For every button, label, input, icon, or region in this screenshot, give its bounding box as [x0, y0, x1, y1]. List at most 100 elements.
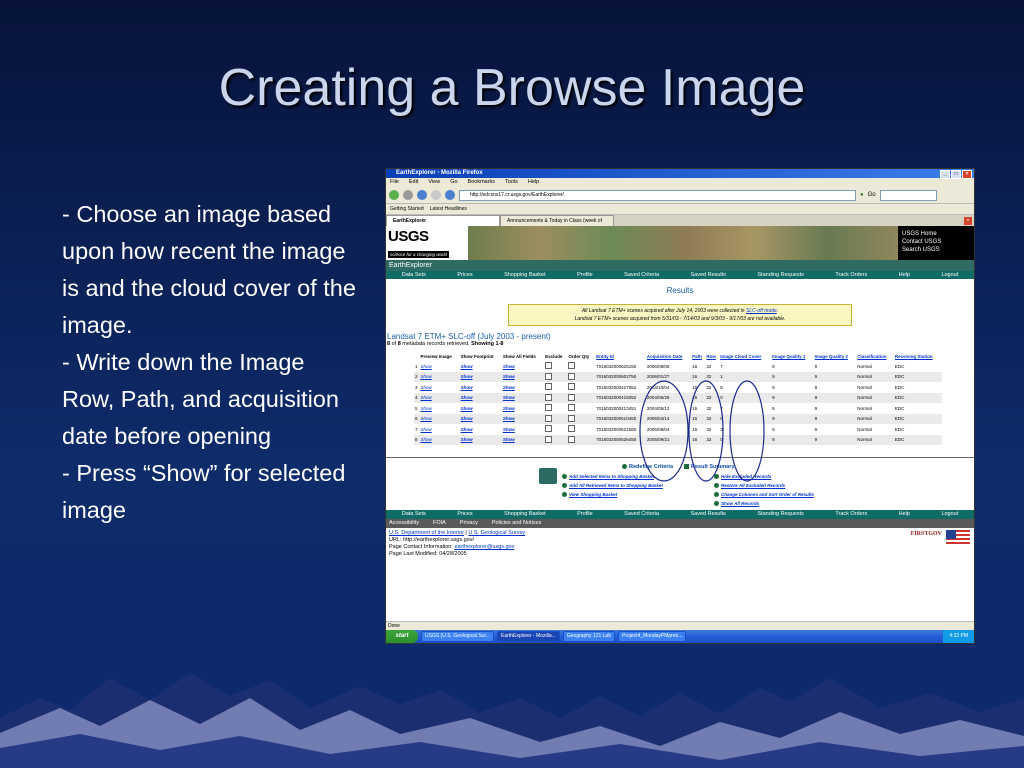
reload-icon[interactable] — [417, 190, 427, 200]
footer-nav-saved-results[interactable]: Saved Results — [690, 510, 725, 519]
tab-earthexplorer[interactable]: EarthExplorer — [386, 215, 500, 226]
back-icon[interactable] — [389, 190, 399, 200]
footer-nav-help[interactable]: Help — [899, 510, 910, 519]
show-footprint-link[interactable]: Show — [461, 406, 473, 411]
order-checkbox[interactable] — [568, 383, 576, 391]
nav-data-sets[interactable]: Data Sets — [402, 271, 426, 279]
show-all-fields-link[interactable]: Show — [503, 395, 515, 400]
nav-profile[interactable]: Profile — [577, 271, 593, 279]
exclude-checkbox[interactable] — [545, 383, 553, 391]
exclude-checkbox[interactable] — [545, 425, 553, 433]
go-icon[interactable]: ● — [860, 192, 864, 198]
show-all-fields-link[interactable]: Show — [503, 427, 515, 432]
close-button[interactable]: × — [962, 170, 972, 179]
show-preview-link[interactable]: Show — [420, 385, 431, 390]
menu-tools[interactable]: Tools — [505, 178, 518, 187]
hide-excluded-link[interactable]: Hide Excluded Records — [714, 474, 771, 480]
sort-receiving-station[interactable]: Receiving Station — [894, 352, 942, 361]
search-usgs-link[interactable]: Search USGS — [902, 246, 974, 254]
exclude-checkbox[interactable] — [545, 414, 553, 422]
taskbar-item[interactable]: Project4_MondayPMpres... — [617, 631, 687, 642]
nav-prices[interactable]: Prices — [457, 271, 472, 279]
start-button[interactable]: start — [386, 630, 418, 643]
sort-quality-2[interactable]: Image Quality 2 — [814, 352, 857, 361]
show-all-records-link[interactable]: Show All Records — [714, 501, 759, 507]
bookmark-getting-started[interactable]: Getting Started — [390, 206, 424, 212]
nav-standing-requests[interactable]: Standing Requests — [757, 271, 803, 279]
show-all-fields-link[interactable]: Show — [503, 374, 515, 379]
show-preview-link[interactable]: Show — [420, 406, 431, 411]
firstgov-logo[interactable]: FIRSTGOV — [911, 531, 942, 538]
show-footprint-link[interactable]: Show — [461, 364, 473, 369]
order-checkbox[interactable] — [568, 435, 576, 443]
order-checkbox[interactable] — [568, 414, 576, 422]
usgs-logo[interactable]: USGS science for a changing world — [386, 226, 468, 260]
show-all-fields-link[interactable]: Show — [503, 406, 515, 411]
exclude-checkbox[interactable] — [545, 404, 553, 412]
policies-link[interactable]: Policies and Notices — [492, 519, 542, 528]
doi-link[interactable]: U.S. Department of the Interior — [389, 530, 464, 536]
show-all-fields-link[interactable]: Show — [503, 437, 515, 442]
show-preview-link[interactable]: Show — [420, 374, 431, 379]
foia-link[interactable]: FOIA — [433, 519, 446, 528]
show-footprint-link[interactable]: Show — [461, 374, 473, 379]
sort-path[interactable]: Path — [691, 352, 705, 361]
sort-entity-id[interactable]: Entity Id — [595, 352, 646, 361]
exclude-checkbox[interactable] — [545, 362, 553, 370]
privacy-link[interactable]: Privacy — [460, 519, 478, 528]
menu-help[interactable]: Help — [528, 178, 539, 187]
address-bar[interactable]: http://edcsns17.cr.usgs.gov/EarthExplore… — [459, 189, 856, 201]
tab-announcements[interactable]: Announcements & Today in Class (week of … — [500, 215, 614, 234]
show-preview-link[interactable]: Show — [420, 395, 431, 400]
footer-nav-saved-criteria[interactable]: Saved Criteria — [624, 510, 659, 519]
show-footprint-link[interactable]: Show — [461, 427, 473, 432]
stop-icon[interactable] — [431, 190, 441, 200]
restore-excluded-link[interactable]: Restore All Excluded Records — [714, 483, 785, 489]
nav-logout[interactable]: Logout — [941, 271, 958, 279]
sort-row[interactable]: Row — [705, 352, 719, 361]
footer-nav-profile[interactable]: Profile — [577, 510, 593, 519]
show-preview-link[interactable]: Show — [420, 364, 431, 369]
sort-classification[interactable]: Classification — [856, 352, 894, 361]
show-all-fields-link[interactable]: Show — [503, 385, 515, 390]
add-selected-link[interactable]: Add Selected Items to Shopping Basket — [562, 474, 654, 480]
menu-view[interactable]: View — [428, 178, 440, 187]
footer-nav-data-sets[interactable]: Data Sets — [402, 510, 426, 519]
contact-usgs-link[interactable]: Contact USGS — [902, 238, 974, 246]
show-all-fields-link[interactable]: Show — [503, 416, 515, 421]
forward-icon[interactable] — [403, 190, 413, 200]
accessibility-link[interactable]: Accessibility — [389, 519, 419, 528]
order-checkbox[interactable] — [568, 362, 576, 370]
footer-nav-prices[interactable]: Prices — [457, 510, 472, 519]
view-basket-link[interactable]: View Shopping Basket — [562, 492, 617, 498]
footer-nav-standing-requests[interactable]: Standing Requests — [757, 510, 803, 519]
order-checkbox[interactable] — [568, 425, 576, 433]
search-input[interactable] — [879, 189, 937, 201]
exclude-checkbox[interactable] — [545, 372, 553, 380]
redefine-criteria-link[interactable]: Redefine Criteria — [622, 464, 673, 470]
slc-off-link[interactable]: SLC-off mode — [746, 308, 777, 314]
take-pride-flag-icon[interactable] — [946, 530, 970, 546]
footer-nav-track-orders[interactable]: Track Orders — [835, 510, 867, 519]
minimize-button[interactable]: _ — [940, 170, 950, 179]
show-footprint-link[interactable]: Show — [461, 437, 473, 442]
usgs-link[interactable]: U.S. Geological Survey — [468, 530, 525, 536]
show-footprint-link[interactable]: Show — [461, 385, 473, 390]
sort-cloud-cover[interactable]: Image Cloud Cover — [719, 352, 771, 361]
order-checkbox[interactable] — [568, 393, 576, 401]
show-footprint-link[interactable]: Show — [461, 395, 473, 400]
bookmark-latest-headlines[interactable]: Latest Headlines — [430, 206, 467, 212]
exclude-checkbox[interactable] — [545, 435, 553, 443]
home-icon[interactable] — [445, 190, 455, 200]
change-columns-link[interactable]: Change Columns and Sort Order of Results — [714, 492, 814, 498]
footer-nav-logout[interactable]: Logout — [941, 510, 958, 519]
usgs-home-link[interactable]: USGS Home — [902, 230, 974, 238]
menu-bookmarks[interactable]: Bookmarks — [468, 178, 496, 187]
sort-acquisition-date[interactable]: Acquisition Date — [646, 352, 691, 361]
maximize-button[interactable]: □ — [951, 170, 961, 179]
show-footprint-link[interactable]: Show — [461, 416, 473, 421]
contact-email-link[interactable]: earthexplorer@usgs.gov — [454, 544, 514, 550]
add-all-link[interactable]: Add All Retrieved Items to Shopping Bask… — [562, 483, 663, 489]
nav-help[interactable]: Help — [899, 271, 910, 279]
show-preview-link[interactable]: Show — [420, 437, 431, 442]
